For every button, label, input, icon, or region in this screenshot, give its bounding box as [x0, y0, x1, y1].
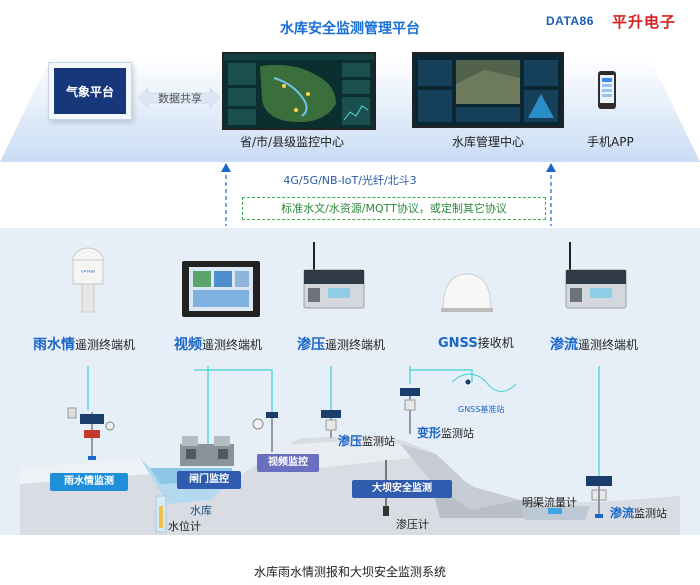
flow-station-highlight: 渗流: [610, 506, 635, 520]
reservoir-center-label: 水库管理中心: [452, 135, 525, 149]
deform-station-rest: 监测站: [441, 427, 475, 440]
rain-gauge-brand: DATA86: [81, 269, 96, 274]
flow-station-label: 渗流监测站: [610, 504, 667, 521]
phone-icon: [598, 71, 616, 109]
protocol-box: 标准水文/水资源/MQTT协议，或定制其它协议: [242, 197, 546, 220]
mobile-app-label: 手机APP: [587, 135, 634, 149]
tag-dam-safety: 大坝安全监测: [352, 480, 452, 498]
device-label-video: 视频遥测终端机: [174, 334, 262, 354]
tag-video-monitoring: 视频监控: [257, 454, 319, 472]
page-title: 水库安全监测管理平台: [280, 21, 420, 37]
reservoir-center-screen: [412, 52, 564, 128]
device-label-rain: 雨水情遥测终端机: [33, 334, 135, 354]
figure-caption: 水库雨水情测报和大坝安全监测系统: [253, 565, 446, 579]
device-label-seepage: 渗压遥测终端机: [297, 334, 385, 354]
brand-logo-en: DATA86: [546, 14, 594, 28]
deform-station-highlight: 变形: [417, 426, 442, 440]
device-label-gnss: GNSS接收机: [438, 334, 514, 351]
brand-logo-cn: 平升电子: [612, 13, 677, 31]
map-dashboard-graphic: [224, 54, 374, 128]
device-label-flow-rest: 遥测终端机: [578, 338, 639, 352]
meteo-platform-label: 气象平台: [54, 68, 126, 114]
device-label-rain-highlight: 雨水情: [33, 337, 75, 353]
seepage-station-label: 渗压监测站: [338, 432, 395, 449]
gnss-base-label: GNSS基准站: [458, 405, 505, 414]
device-label-flow-highlight: 渗流: [550, 337, 578, 353]
device-label-gnss-highlight: GNSS: [438, 336, 478, 351]
device-label-flow: 渗流遥测终端机: [550, 334, 638, 354]
gnss-receiver-device-icon: [441, 273, 493, 312]
reservoir-label: 水库: [190, 504, 212, 517]
seepage-station-rest: 监测站: [362, 435, 396, 448]
seepage-station-highlight: 渗压: [338, 434, 363, 448]
video-terminal-screen-icon: [182, 261, 260, 317]
device-label-video-rest: 遥测终端机: [202, 338, 263, 352]
rain-gauge-device-icon: DATA86: [72, 247, 104, 313]
device-label-seepage-highlight: 渗压: [297, 337, 325, 353]
data-share-label: 数据共享: [158, 92, 202, 105]
monitor-center-label: 省/市/县级监控中心: [240, 135, 345, 149]
network-channels-label: 4G/5G/NB-IoT/光纤/北斗3: [283, 174, 417, 187]
tag-rain-monitoring: 雨水情监测: [50, 473, 128, 491]
water-gauge-label: 水位计: [168, 520, 201, 533]
device-label-gnss-rest: 接收机: [477, 336, 514, 350]
device-label-rain-rest: 遥测终端机: [75, 338, 136, 352]
channel-meter-label: 明渠流量计: [522, 496, 577, 509]
piezometer-label: 渗压计: [396, 518, 429, 531]
device-label-video-highlight: 视频: [174, 337, 202, 353]
monitor-center-screen: [222, 52, 376, 130]
seepage-terminal-device-icon: [303, 242, 365, 309]
flow-station-rest: 监测站: [634, 507, 668, 520]
meteo-platform-box: 气象平台: [48, 62, 132, 120]
reservoir-dashboard-graphic: [414, 54, 562, 126]
device-label-seepage-rest: 遥测终端机: [325, 338, 386, 352]
tag-gate-monitoring: 闸门监控: [177, 471, 241, 489]
deform-station-label: 变形监测站: [417, 424, 474, 441]
seepage-flow-terminal-device-icon: [565, 242, 627, 309]
